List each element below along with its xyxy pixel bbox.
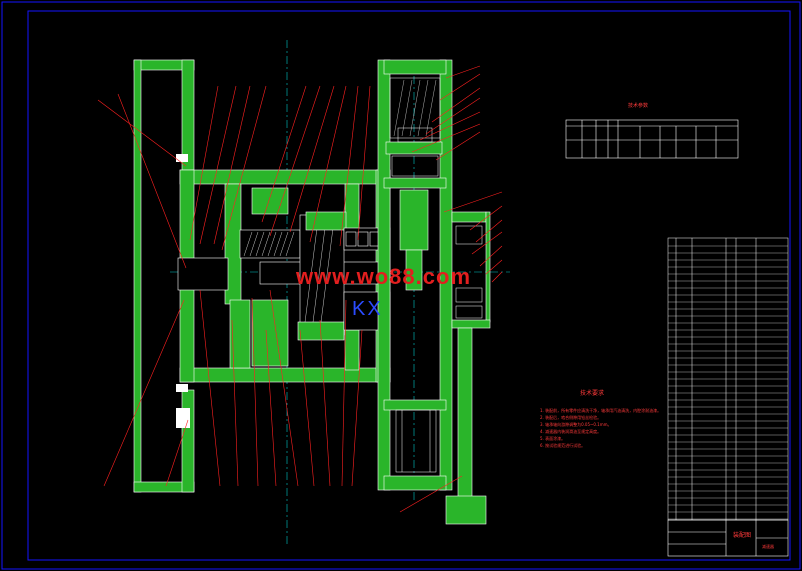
note-line: 4. 减速器内装润滑油至规定高度。 [540, 429, 602, 434]
center-mark: KX [352, 298, 383, 320]
parameter-table [565, 119, 739, 159]
note-line: 2. 装配后，啮合侧隙用铅丝检验。 [540, 415, 602, 420]
note-line: 3. 轴承轴向游隙调整为0.05~0.1mm。 [540, 422, 612, 427]
title-block-subtitle: 减速器 [762, 544, 774, 549]
parts-list-rows [668, 245, 788, 520]
note-line: 5. 表面涂漆。 [540, 436, 566, 441]
note-line: 6. 按试验规范进行试验。 [540, 443, 586, 448]
watermark-text: www.wo88.com [296, 264, 472, 289]
right-upper-hatch [393, 79, 437, 137]
output-column [445, 211, 491, 525]
title-block [667, 519, 789, 557]
note-line: 1. 装配前，所有零件应清洗干净，轴承用汽油清洗，内腔涂耐油漆。 [540, 408, 662, 413]
notes-title: 技术要求 [580, 390, 605, 397]
parameter-table-title: 技术参数 [628, 103, 649, 109]
title-block-name: 装配图 [733, 532, 752, 539]
